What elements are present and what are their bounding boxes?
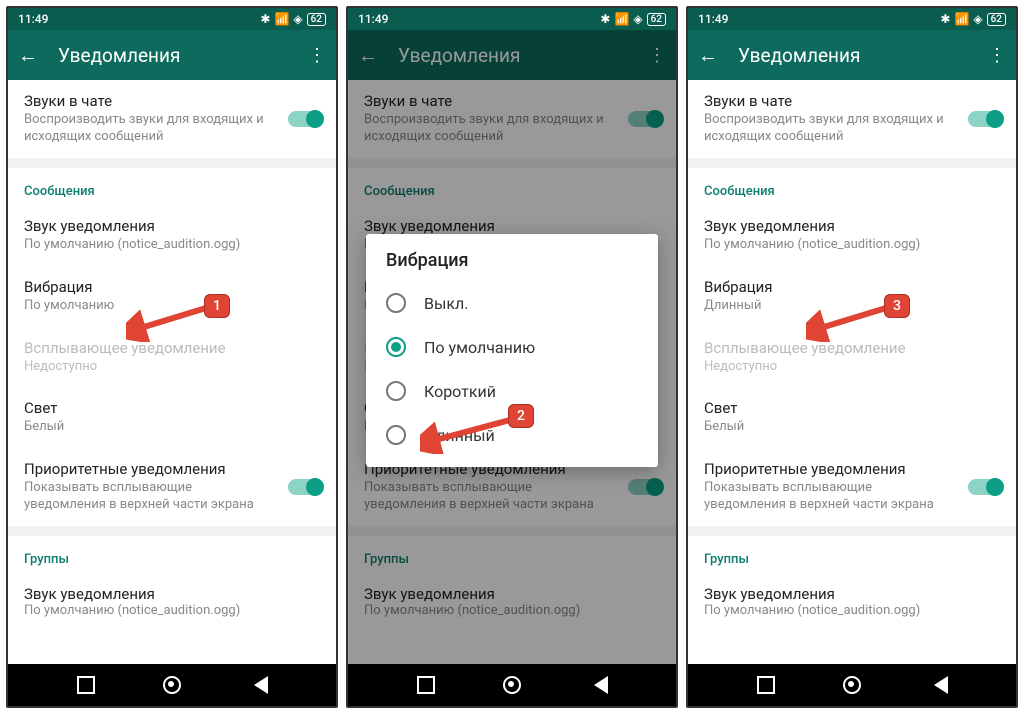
signal-icon: 📶 bbox=[614, 12, 629, 26]
dialog-title: Вибрация bbox=[366, 250, 658, 281]
priority-toggle[interactable] bbox=[288, 479, 322, 495]
settings-content: Звуки в чате Воспроизводить звуки для вх… bbox=[688, 80, 1016, 664]
group-sound-desc: По умолчанию (notice_audition.ogg) bbox=[8, 603, 336, 624]
nav-recent-icon[interactable] bbox=[417, 676, 435, 694]
annotation-arrow-2 bbox=[420, 414, 520, 454]
light-title: Свет bbox=[24, 399, 320, 417]
chat-sounds-row[interactable]: Звуки в чате Воспроизводить звуки для вх… bbox=[8, 80, 336, 158]
status-time: 11:49 bbox=[358, 12, 388, 26]
priority-row[interactable]: Приоритетные уведомления Показывать вспл… bbox=[8, 448, 336, 526]
status-bar: 11:49 ✱ 📶 ◈ 62 bbox=[348, 8, 676, 30]
nav-recent-icon[interactable] bbox=[77, 676, 95, 694]
chat-sounds-toggle[interactable] bbox=[968, 111, 1002, 127]
wifi-icon: ◈ bbox=[973, 12, 982, 26]
phone-screen-2: 11:49 ✱ 📶 ◈ 62 ← Уведомления ⋮ Звуки в ч… bbox=[346, 6, 678, 708]
chat-sounds-toggle[interactable] bbox=[288, 111, 322, 127]
phone-screen-3: 11:49 ✱ 📶 ◈ 62 ← Уведомления ⋮ Звуки в ч… bbox=[686, 6, 1018, 708]
dialog-option-default[interactable]: По умолчанию bbox=[366, 325, 658, 369]
bluetooth-icon: ✱ bbox=[600, 12, 610, 26]
back-icon[interactable]: ← bbox=[18, 43, 38, 68]
status-time: 11:49 bbox=[18, 12, 48, 26]
settings-content: Звуки в чате Воспроизводить звуки для вх… bbox=[8, 80, 336, 664]
appbar-title: Уведомления bbox=[738, 44, 968, 67]
nav-recent-icon[interactable] bbox=[757, 676, 775, 694]
notification-sound-row[interactable]: Звук уведомления По умолчанию (notice_au… bbox=[8, 205, 336, 266]
notification-sound-row[interactable]: Звук уведомления По умолчанию (notice_au… bbox=[688, 205, 1016, 266]
app-bar: ← Уведомления ⋮ bbox=[8, 30, 336, 80]
chat-sounds-title: Звуки в чате bbox=[24, 92, 276, 110]
signal-icon: 📶 bbox=[274, 12, 289, 26]
option-label: Короткий bbox=[424, 382, 496, 401]
group-sound-title: Звук уведомления bbox=[24, 585, 320, 603]
annotation-badge-1: 1 bbox=[204, 294, 230, 318]
nav-back-icon[interactable] bbox=[250, 676, 268, 694]
battery-indicator: 62 bbox=[647, 13, 666, 26]
chat-sounds-desc: Воспроизводить звуки для входящих и исхо… bbox=[24, 112, 276, 146]
dialog-option-off[interactable]: Выкл. bbox=[366, 281, 658, 325]
radio-icon bbox=[386, 425, 406, 445]
annotation-badge-3: 3 bbox=[884, 294, 910, 318]
section-groups: Группы bbox=[688, 536, 1016, 573]
chat-sounds-desc: Воспроизводить звуки для входящих и исхо… bbox=[704, 112, 956, 146]
wifi-icon: ◈ bbox=[293, 12, 302, 26]
app-bar: ← Уведомления ⋮ bbox=[688, 30, 1016, 80]
nav-back-icon[interactable] bbox=[590, 676, 608, 694]
vibration-title: Вибрация bbox=[24, 278, 320, 296]
section-groups: Группы bbox=[8, 536, 336, 573]
divider bbox=[688, 526, 1016, 536]
section-messages: Сообщения bbox=[8, 168, 336, 205]
chat-sounds-title: Звуки в чате bbox=[704, 92, 956, 110]
divider bbox=[8, 526, 336, 536]
divider bbox=[8, 158, 336, 168]
option-label: Выкл. bbox=[424, 294, 469, 313]
more-icon[interactable]: ⋮ bbox=[988, 45, 1006, 66]
battery-indicator: 62 bbox=[987, 13, 1006, 26]
battery-indicator: 62 bbox=[307, 13, 326, 26]
light-desc: Белый bbox=[24, 419, 320, 436]
nav-back-icon[interactable] bbox=[930, 676, 948, 694]
radio-icon bbox=[386, 381, 406, 401]
status-bar: 11:49 ✱ 📶 ◈ 62 bbox=[8, 8, 336, 30]
light-row[interactable]: Свет Белый bbox=[8, 387, 336, 448]
radio-icon bbox=[386, 293, 406, 313]
notif-sound-title: Звук уведомления bbox=[24, 217, 320, 235]
status-bar: 11:49 ✱ 📶 ◈ 62 bbox=[688, 8, 1016, 30]
bluetooth-icon: ✱ bbox=[260, 12, 270, 26]
nav-home-icon[interactable] bbox=[163, 676, 181, 694]
nav-bar bbox=[688, 664, 1016, 706]
notif-sound-desc: По умолчанию (notice_audition.ogg) bbox=[24, 237, 320, 254]
nav-home-icon[interactable] bbox=[503, 676, 521, 694]
priority-toggle[interactable] bbox=[968, 479, 1002, 495]
popup-desc: Недоступно bbox=[24, 359, 320, 376]
group-sound-row[interactable]: Звук уведомления bbox=[8, 573, 336, 603]
nav-bar bbox=[348, 664, 676, 706]
more-icon[interactable]: ⋮ bbox=[308, 45, 326, 66]
light-row[interactable]: Свет Белый bbox=[688, 387, 1016, 448]
divider bbox=[688, 158, 1016, 168]
radio-selected-icon bbox=[386, 337, 406, 357]
annotation-badge-2: 2 bbox=[508, 404, 534, 428]
chat-sounds-row[interactable]: Звуки в чате Воспроизводить звуки для вх… bbox=[688, 80, 1016, 158]
status-time: 11:49 bbox=[698, 12, 728, 26]
appbar-title: Уведомления bbox=[58, 44, 288, 67]
phone-screen-1: 11:49 ✱ 📶 ◈ 62 ← Уведомления ⋮ Звуки в ч… bbox=[6, 6, 338, 708]
annotation-arrow-3 bbox=[806, 302, 896, 342]
annotation-arrow-1 bbox=[126, 302, 216, 342]
priority-title: Приоритетные уведомления bbox=[24, 460, 276, 478]
section-messages: Сообщения bbox=[688, 168, 1016, 205]
back-icon[interactable]: ← bbox=[698, 43, 718, 68]
priority-desc: Показывать всплывающие уведомления в вер… bbox=[24, 480, 276, 514]
nav-home-icon[interactable] bbox=[843, 676, 861, 694]
priority-row[interactable]: Приоритетные уведомления Показывать вспл… bbox=[688, 448, 1016, 526]
wifi-icon: ◈ bbox=[633, 12, 642, 26]
signal-icon: 📶 bbox=[954, 12, 969, 26]
bluetooth-icon: ✱ bbox=[940, 12, 950, 26]
option-label: По умолчанию bbox=[424, 338, 535, 357]
group-sound-row[interactable]: Звук уведомления bbox=[688, 573, 1016, 603]
nav-bar bbox=[8, 664, 336, 706]
